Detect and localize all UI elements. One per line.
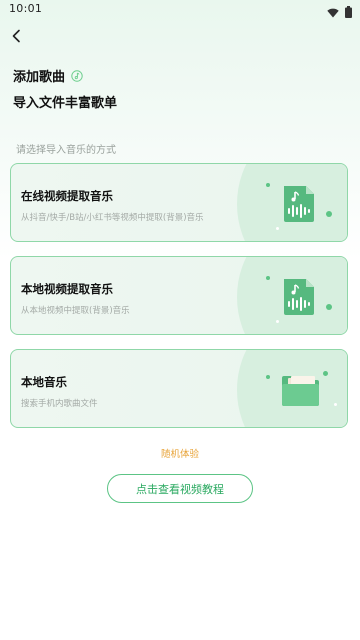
decor-dot	[326, 304, 332, 310]
music-file-waveform-icon	[279, 184, 319, 224]
wifi-icon	[327, 3, 339, 22]
back-button[interactable]	[6, 26, 26, 46]
status-time: 10:01	[9, 2, 43, 15]
random-experience-link[interactable]: 随机体验	[0, 446, 360, 460]
decor-dot	[276, 320, 279, 323]
option-card-local-music[interactable]: 本地音乐 搜索手机内歌曲文件	[10, 349, 348, 428]
option-title: 在线视频提取音乐	[21, 189, 113, 203]
decor-dot	[266, 375, 270, 379]
decor-dot	[266, 276, 270, 280]
section-label: 请选择导入音乐的方式	[16, 145, 116, 156]
decor-dot	[334, 403, 337, 406]
decor-dot	[326, 211, 332, 217]
page-title: 添加歌曲	[13, 70, 66, 85]
option-title: 本地视频提取音乐	[21, 282, 113, 296]
status-bar: 10:01	[0, 0, 360, 18]
music-file-waveform-icon	[279, 277, 319, 317]
option-desc: 从抖音/快手/B站/小红书等视频中提取(背景)音乐	[21, 213, 204, 223]
option-desc: 从本地视频中提取(背景)音乐	[21, 306, 130, 316]
option-card-local-video[interactable]: 本地视频提取音乐 从本地视频中提取(背景)音乐	[10, 256, 348, 335]
chevron-left-icon	[12, 29, 20, 43]
page-subtitle: 导入文件丰富歌单	[13, 96, 118, 111]
folder-icon	[279, 370, 319, 410]
decor-dot	[266, 183, 270, 187]
title-row: 添加歌曲	[13, 66, 83, 85]
option-desc: 搜索手机内歌曲文件	[21, 399, 98, 409]
decor-dot	[276, 227, 279, 230]
option-title: 本地音乐	[21, 375, 67, 389]
music-note-icon	[71, 69, 83, 82]
option-card-online-video[interactable]: 在线视频提取音乐 从抖音/快手/B站/小红书等视频中提取(背景)音乐	[10, 163, 348, 242]
status-icons	[327, 3, 352, 22]
view-tutorial-button[interactable]: 点击查看视频教程	[107, 474, 253, 503]
decor-dot	[323, 371, 328, 376]
battery-icon	[345, 3, 352, 22]
